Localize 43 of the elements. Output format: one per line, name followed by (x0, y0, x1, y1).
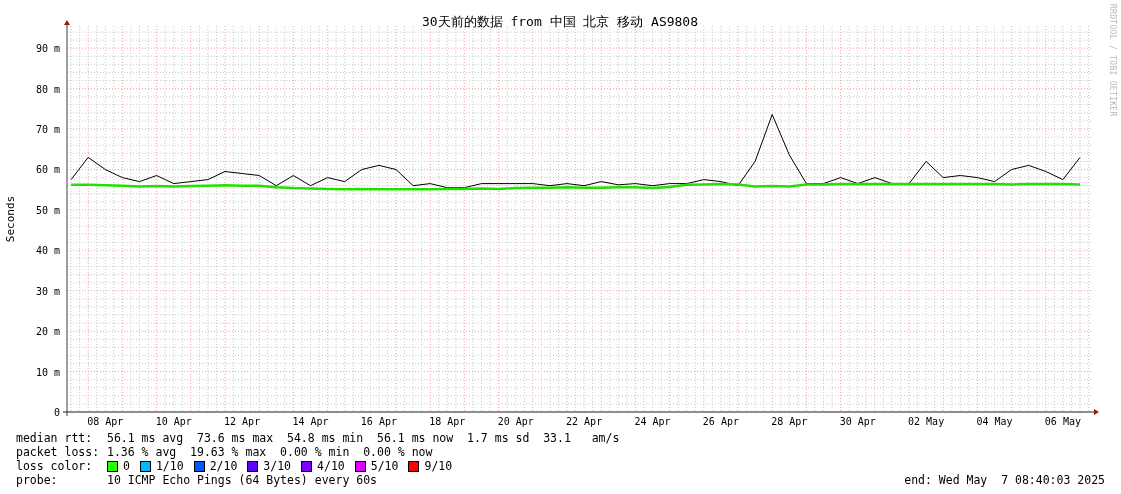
y-tick-label: 50 m (35, 204, 60, 216)
x-tick-label: 10 Apr (155, 416, 192, 427)
x-tick-label: 22 Apr (566, 416, 603, 427)
y-axis-label: Seconds (4, 195, 17, 243)
probe-text: 10 ICMP Echo Pings (64 Bytes) every 60s (107, 473, 378, 487)
legend-label: probe: (16, 473, 59, 487)
end-time: end: Wed May 7 08:40:03 2025 (904, 473, 1105, 487)
legend-item-label: 2/10 (209, 459, 238, 473)
x-tick-label: 08 Apr (87, 416, 124, 427)
x-tick-label: 18 Apr (429, 416, 466, 427)
legend-stats: 1.36 % avg 19.63 % max 0.00 % min 0.00 % now (107, 445, 433, 459)
legend-item-label: 1/10 (155, 459, 184, 473)
legend-label: packet loss: (16, 445, 101, 459)
chart-title: 30天前的数据 from 中国 北京 移动 AS9808 (421, 14, 699, 29)
legend-item-label: 3/10 (263, 459, 292, 473)
legend-stats: 56.1 ms avg 73.6 ms max 54.8 ms min 56.1 ms now 1.7 ms sd 33.1 am/s (107, 431, 620, 445)
legend-item-label: 5/10 (370, 459, 399, 473)
x-tick-label: 20 Apr (497, 416, 534, 427)
y-tick-label: 10 m (35, 366, 60, 378)
y-tick-label: 80 m (35, 83, 60, 95)
x-tick-label: 12 Apr (224, 416, 261, 427)
x-tick-label: 28 Apr (771, 416, 808, 427)
legend-item-label: 9/10 (424, 459, 453, 473)
legend-label: median rtt: (16, 431, 94, 445)
x-tick-label: 04 May (976, 416, 1013, 427)
y-tick-label: 60 m (35, 164, 60, 176)
x-tick-label: 16 Apr (360, 416, 397, 427)
x-tick-label: 30 Apr (839, 416, 876, 427)
x-tick-label: 06 May (1044, 416, 1081, 427)
legend-item-label: 4/10 (317, 459, 345, 473)
credit-text: RRDTOOL / TOBI OETIKER (1108, 4, 1117, 117)
y-tick-label: 30 m (35, 285, 60, 297)
y-tick-label: 20 m (35, 326, 60, 338)
legend-label: loss color: (16, 459, 94, 473)
y-tick-label: 40 m (35, 245, 60, 257)
y-tick-label: 70 m (35, 124, 60, 136)
x-tick-label: 24 Apr (634, 416, 671, 427)
x-tick-label: 14 Apr (292, 416, 329, 427)
y-tick-label: 0 (53, 407, 60, 418)
y-tick-label: 90 m (35, 43, 60, 55)
x-tick-label: 02 May (908, 416, 945, 427)
x-tick-label: 26 Apr (702, 416, 739, 427)
legend-item-label: 0 (123, 459, 130, 473)
